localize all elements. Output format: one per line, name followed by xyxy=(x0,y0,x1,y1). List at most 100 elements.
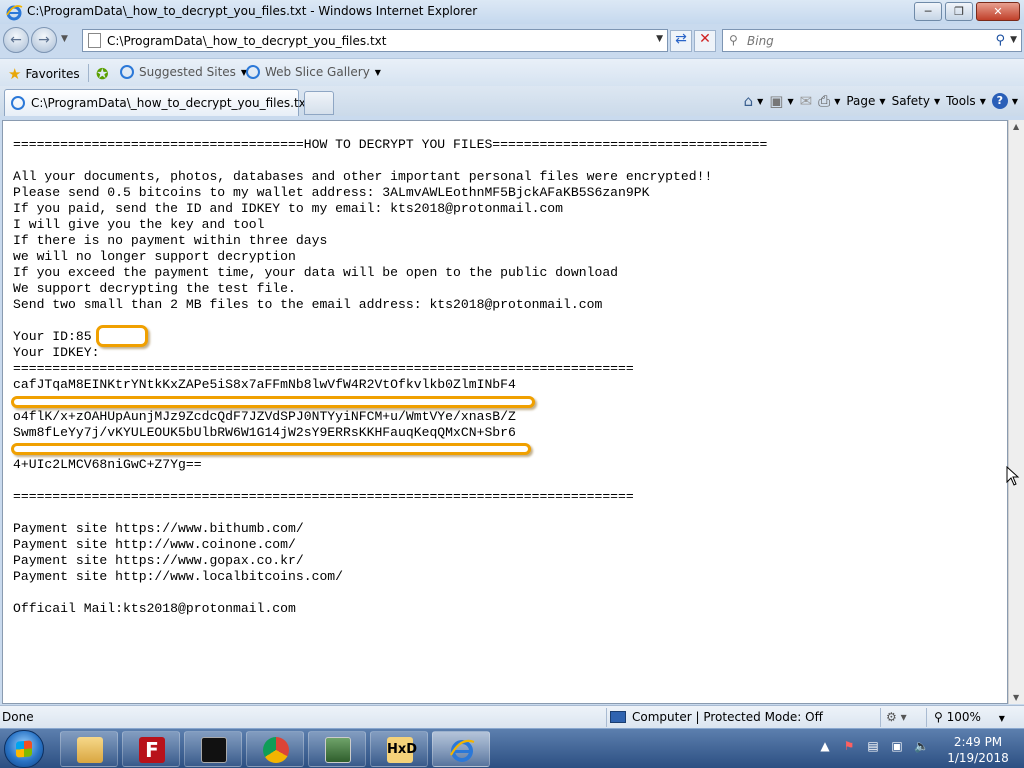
document-icon xyxy=(88,33,101,48)
tab-row: C:\ProgramData\_how_to_decrypt_you_files… xyxy=(0,86,1024,116)
system-tray: ▲ ⚑ ▤ ▣ 🔈 xyxy=(818,739,938,753)
zone-text: Computer | Protected Mode: Off xyxy=(632,710,823,724)
suggested-sites-link[interactable]: Suggested Sites ▼ xyxy=(120,65,247,79)
restore-icon: ❐ xyxy=(954,5,964,18)
redaction-idkey-line-2 xyxy=(11,443,531,455)
tab-label: C:\ProgramData\_how_to_decrypt_you_files… xyxy=(31,96,311,110)
vertical-scrollbar[interactable]: ▲ ▼ xyxy=(1008,120,1024,704)
taskbar-chrome[interactable] xyxy=(246,731,304,767)
read-mail-button[interactable]: ✉ xyxy=(800,92,813,110)
new-tab-button[interactable] xyxy=(304,91,334,115)
forward-button[interactable]: → xyxy=(31,27,57,53)
print-button[interactable]: ⎙ ▼ xyxy=(818,92,840,110)
ie-logo-icon xyxy=(6,5,23,21)
address-bar[interactable]: C:\ProgramData\_how_to_decrypt_you_files… xyxy=(82,29,668,52)
web-slice-gallery-link[interactable]: Web Slice Gallery ▼ xyxy=(246,65,381,79)
help-button[interactable]: ? ▼ xyxy=(991,93,1018,109)
recent-pages-dropdown[interactable]: ▼ xyxy=(61,34,68,44)
window-controls: ─ ❐ ✕ xyxy=(911,2,1020,21)
tools-menu[interactable]: Tools ▼ xyxy=(946,94,986,108)
computer-zone-icon xyxy=(610,711,626,723)
taskbar-internet-explorer[interactable] xyxy=(432,731,490,767)
start-button[interactable] xyxy=(4,730,44,768)
status-divider xyxy=(880,708,881,727)
clock-time: 2:49 PM xyxy=(953,735,1003,749)
zoom-icon: ⚲ xyxy=(934,710,943,724)
clock-date: 1/19/2018 xyxy=(947,751,1009,765)
address-dropdown-icon[interactable]: ▼ xyxy=(656,34,663,44)
network-icon[interactable]: ▣ xyxy=(890,739,904,753)
volume-icon[interactable]: 🔈 xyxy=(914,739,929,753)
tools-menu-label: Tools xyxy=(946,94,976,108)
search-box[interactable]: ⚲ ⚲ ▼ xyxy=(722,29,1022,52)
taskbar-command-prompt[interactable] xyxy=(184,731,242,767)
search-options-dropdown[interactable]: ▼ xyxy=(1010,35,1017,45)
refresh-button[interactable]: ⇄ xyxy=(670,30,692,52)
close-button[interactable]: ✕ xyxy=(976,2,1020,21)
maximize-button[interactable]: ❐ xyxy=(945,2,973,21)
mail-icon: ✉ xyxy=(799,92,813,110)
favorites-button[interactable]: ★ Favorites xyxy=(8,65,80,83)
safety-menu-label: Safety xyxy=(891,94,930,108)
mouse-pointer-icon xyxy=(1006,466,1020,486)
status-divider xyxy=(926,708,927,727)
folder-icon xyxy=(77,737,103,763)
taskbar-filezilla[interactable]: F xyxy=(122,731,180,767)
add-favorite-icon: ✪ xyxy=(96,65,109,83)
command-prompt-icon xyxy=(201,737,227,763)
ie-page-icon xyxy=(246,65,260,79)
taskbar-clock[interactable]: 2:49 PM 1/19/2018 xyxy=(938,734,1018,766)
action-center-flag-icon[interactable]: ⚑ xyxy=(842,739,856,753)
redaction-id xyxy=(96,325,148,347)
chrome-icon xyxy=(263,737,289,763)
status-text: Done xyxy=(2,710,34,724)
web-slice-gallery-label: Web Slice Gallery xyxy=(265,65,370,79)
bing-search-icon: ⚲ xyxy=(729,33,738,47)
printer-icon: ⎙ xyxy=(818,92,831,110)
page-menu[interactable]: Page ▼ xyxy=(846,94,885,108)
stop-button[interactable]: ✕ xyxy=(694,30,716,52)
close-icon: ✕ xyxy=(993,5,1003,18)
home-button[interactable]: ⌂ ▼ xyxy=(744,92,764,110)
minimize-icon: ─ xyxy=(924,5,932,18)
zoom-level-button[interactable]: ⚲ 100% ▼ xyxy=(934,710,1005,724)
redaction-idkey-line-1 xyxy=(11,396,535,408)
help-icon: ? xyxy=(991,93,1008,109)
home-icon: ⌂ xyxy=(743,92,754,110)
scroll-down-icon[interactable]: ▼ xyxy=(1013,693,1019,702)
address-url[interactable]: C:\ProgramData\_how_to_decrypt_you_files… xyxy=(107,34,386,48)
favorites-star-icon: ★ xyxy=(8,65,22,83)
scroll-up-icon[interactable]: ▲ xyxy=(1013,122,1019,131)
favorites-separator xyxy=(88,64,89,82)
refresh-icon: ⇄ xyxy=(675,31,687,47)
search-input[interactable] xyxy=(747,32,987,49)
page-content[interactable]: =====================================HOW… xyxy=(2,120,1008,704)
safety-menu[interactable]: Safety ▼ xyxy=(892,94,941,108)
feeds-button[interactable]: ▣ ▼ xyxy=(769,92,793,110)
ie-page-icon xyxy=(120,65,134,79)
device-icon[interactable]: ▤ xyxy=(866,739,880,753)
minimize-button[interactable]: ─ xyxy=(914,2,942,21)
favorites-bar: ★ Favorites ✪ Suggested Sites ▼ Web Slic… xyxy=(0,58,1024,86)
rss-feed-icon: ▣ xyxy=(769,92,784,110)
ie-page-icon xyxy=(11,96,25,110)
security-zone[interactable]: Computer | Protected Mode: Off xyxy=(610,710,823,724)
taskbar-network-app[interactable] xyxy=(308,731,366,767)
taskbar-hxd[interactable]: HxD xyxy=(370,731,428,767)
command-bar: ⌂ ▼ ▣ ▼ ✉ ⎙ ▼ Page ▼ Safety ▼ Tools ▼ ? ▼ xyxy=(738,92,1018,110)
protected-mode-icon[interactable]: ⚙ ▾ xyxy=(886,710,907,724)
taskbar: F HxD ▲ ⚑ ▤ ▣ 🔈 2:49 PM 1/19/2018 xyxy=(0,728,1024,768)
chevron-down-icon: ▼ xyxy=(998,714,1005,723)
tab-current-document[interactable]: C:\ProgramData\_how_to_decrypt_you_files… xyxy=(4,89,310,116)
title-bar[interactable]: C:\ProgramData\_how_to_decrypt_you_files… xyxy=(0,0,1024,24)
search-go-icon[interactable]: ⚲ xyxy=(995,33,1005,48)
forward-arrow-icon: → xyxy=(38,32,50,48)
taskbar-explorer[interactable] xyxy=(60,731,118,767)
back-button[interactable]: ← xyxy=(3,27,29,53)
navigation-bar: ← → ▼ C:\ProgramData\_how_to_decrypt_you… xyxy=(0,24,1024,56)
status-divider xyxy=(606,708,607,727)
network-monitor-icon xyxy=(325,737,351,763)
zoom-text: 100% xyxy=(946,710,981,724)
add-to-favorites-bar-button[interactable]: ✪ xyxy=(96,65,113,83)
show-hidden-icons-arrow[interactable]: ▲ xyxy=(818,739,832,753)
